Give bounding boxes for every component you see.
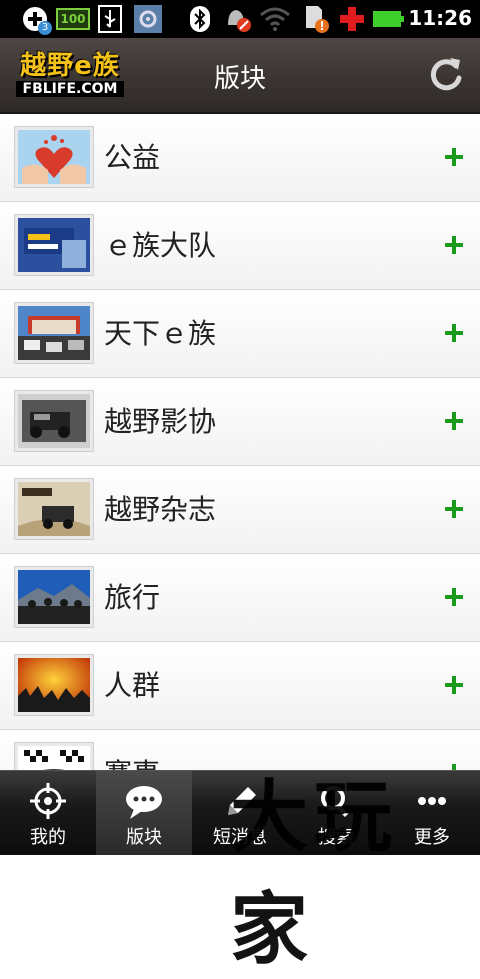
- refresh-button[interactable]: [426, 54, 466, 94]
- forum-label: 人群: [104, 669, 161, 702]
- pencil-icon: [228, 787, 256, 815]
- status-bar: 3 100 11:26: [0, 0, 480, 38]
- target-icon: [30, 783, 66, 819]
- forum-label: 天下ｅ族: [104, 317, 217, 350]
- add-icon[interactable]: [444, 499, 464, 519]
- forum-row-photography[interactable]: 越野影协: [0, 378, 480, 466]
- forum-row-e-team[interactable]: ｅ族大队: [0, 202, 480, 290]
- tab-label: 短消息: [213, 827, 267, 848]
- settings-icon: [132, 5, 164, 33]
- chat-bubble-icon: [126, 786, 162, 819]
- flag-team-image: [18, 218, 90, 272]
- add-icon[interactable]: [444, 235, 464, 255]
- clock: 11:26: [408, 6, 472, 30]
- heart-hands-image: [18, 130, 90, 184]
- add-icon[interactable]: [444, 147, 464, 167]
- page-title: 版块: [213, 64, 266, 94]
- tab-label: 版块: [126, 827, 162, 848]
- forum-thumbnail: [14, 566, 94, 628]
- forum-row-crowd[interactable]: 人群: [0, 642, 480, 730]
- concert-crowd-image: [18, 658, 90, 712]
- forum-thumbnail: [14, 214, 94, 276]
- medical-cross-icon: [338, 5, 366, 33]
- refresh-icon: [430, 58, 462, 91]
- tab-forums[interactable]: 版块: [96, 771, 192, 855]
- wifi-icon: [258, 5, 292, 33]
- tab-search[interactable]: 搜索: [288, 771, 384, 855]
- notification-count-badge: 3: [38, 21, 52, 35]
- forum-label: 旅行: [104, 581, 161, 614]
- bluetooth-icon: [188, 5, 212, 33]
- forum-thumbnail: [14, 654, 94, 716]
- tab-mine[interactable]: 我的: [0, 771, 96, 855]
- usb-icon: [96, 5, 124, 33]
- jeep-magazine-image: [18, 482, 90, 536]
- add-notification-icon: 3: [20, 5, 52, 35]
- add-icon[interactable]: [444, 411, 464, 431]
- forum-label: 越野影协: [104, 405, 217, 438]
- bw-vehicle-photo: [18, 394, 90, 448]
- forum-thumbnail: [14, 302, 94, 364]
- tab-label: 我的: [30, 827, 66, 848]
- tab-label: 搜索: [318, 827, 354, 848]
- add-icon[interactable]: [444, 587, 464, 607]
- tab-more[interactable]: 更多: [384, 771, 480, 855]
- forum-thumbnail: [14, 126, 94, 188]
- forum-row-magazine[interactable]: 越野杂志: [0, 466, 480, 554]
- forum-row-charity[interactable]: 公益: [0, 114, 480, 202]
- sd-card-warning-icon: [302, 5, 332, 33]
- add-icon[interactable]: [444, 675, 464, 695]
- search-icon: [321, 786, 349, 818]
- forum-list: 公益 ｅ族大队 天下ｅ族 越野影协 越野杂志 旅行 人群: [0, 114, 480, 818]
- battery-percentage-label: 100: [56, 8, 90, 30]
- forum-row-world-e[interactable]: 天下ｅ族: [0, 290, 480, 378]
- forum-label: 公益: [104, 141, 161, 174]
- tab-messages[interactable]: 短消息: [192, 771, 288, 855]
- forum-row-travel[interactable]: 旅行: [0, 554, 480, 642]
- bottom-tab-bar: 我的 版块 短消息 搜索 更多: [0, 770, 480, 855]
- battery-icon: [372, 5, 406, 33]
- palace-vehicles-image: [18, 306, 90, 360]
- battery-percentage-icon: 100: [56, 5, 90, 33]
- add-icon[interactable]: [444, 323, 464, 343]
- forum-thumbnail: [14, 390, 94, 452]
- tab-label: 更多: [414, 827, 450, 848]
- forum-label: 越野杂志: [104, 493, 217, 526]
- group-travel-photo: [18, 570, 90, 624]
- forum-thumbnail: [14, 478, 94, 540]
- forum-label: ｅ族大队: [104, 229, 217, 262]
- alarm-off-icon: [222, 5, 252, 33]
- app-header: 越野e族 FBLIFE.COM 版块: [0, 38, 480, 114]
- more-icon: [418, 797, 446, 805]
